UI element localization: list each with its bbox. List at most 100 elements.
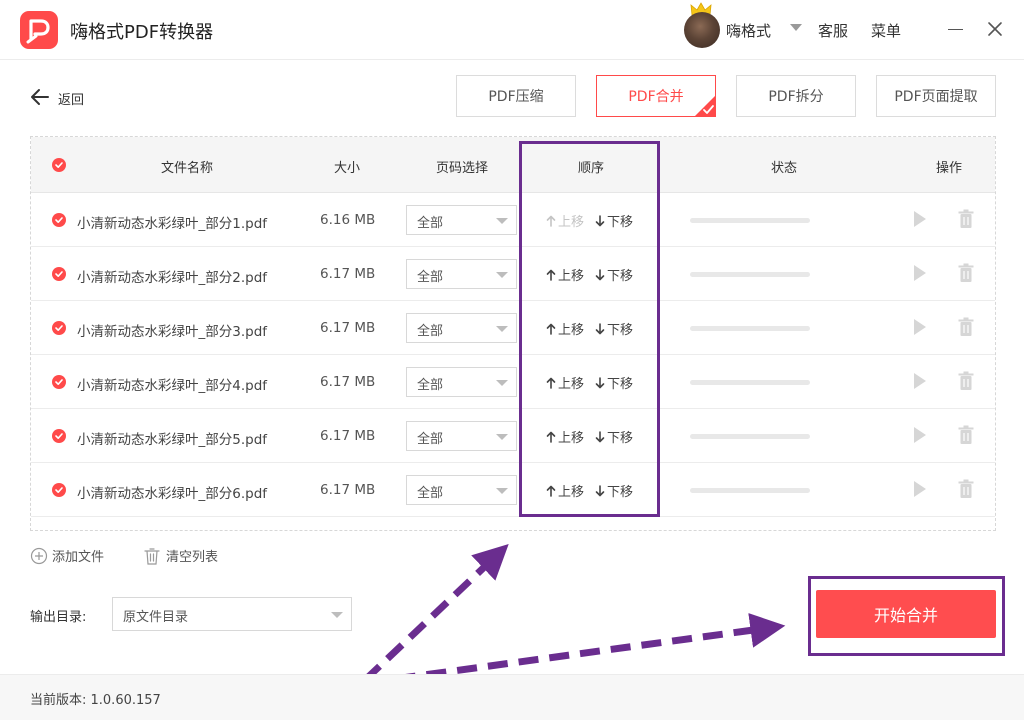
delete-icon[interactable] (958, 425, 974, 445)
table-row: 小清新动态水彩绿叶_部分5.pdf 6.17 MB 全部 上移 下移 (31, 409, 995, 463)
file-name: 小清新动态水彩绿叶_部分3.pdf (77, 324, 268, 340)
progress-bar (690, 218, 810, 223)
tab-label: PDF合并 (628, 89, 684, 105)
delete-icon[interactable] (958, 209, 974, 229)
tab-label: PDF压缩 (488, 89, 544, 105)
output-dir-label: 输出目录: (30, 610, 87, 625)
page-range-value: 全部 (417, 432, 444, 447)
page-range-select[interactable]: 全部 (406, 205, 517, 235)
app-title: 嗨格式PDF转换器 (70, 22, 214, 43)
tab-pdf-merge[interactable]: PDF合并 (596, 75, 716, 117)
tab-label: PDF页面提取 (894, 89, 978, 105)
progress-bar (690, 272, 810, 277)
table-header: 文件名称 大小 页码选择 顺序 状态 操作 (31, 137, 995, 193)
file-size: 6.17 MB (320, 428, 376, 444)
play-icon[interactable] (913, 426, 927, 444)
play-icon[interactable] (913, 210, 927, 228)
page-range-select[interactable]: 全部 (406, 421, 517, 451)
chevron-down-icon (496, 272, 508, 278)
back-label: 返回 (58, 93, 85, 108)
chevron-down-icon[interactable] (790, 24, 802, 31)
selected-check-icon (694, 95, 716, 117)
play-icon[interactable] (913, 480, 927, 498)
arrow-left-icon (31, 89, 49, 105)
chevron-down-icon (496, 488, 508, 494)
add-circle-icon (30, 547, 48, 565)
page-range-value: 全部 (417, 216, 444, 231)
tab-pdf-compress[interactable]: PDF压缩 (456, 75, 576, 117)
file-name: 小清新动态水彩绿叶_部分2.pdf (77, 270, 268, 286)
add-file-label: 添加文件 (52, 550, 105, 565)
menu-link[interactable]: 菜单 (871, 20, 901, 41)
row-checkbox[interactable] (52, 321, 66, 335)
pdf-logo-icon (20, 11, 58, 49)
delete-icon[interactable] (958, 263, 974, 283)
table-row: 小清新动态水彩绿叶_部分6.pdf 6.17 MB 全部 上移 下移 (31, 463, 995, 517)
page-range-value: 全部 (417, 378, 444, 393)
row-checkbox[interactable] (52, 267, 66, 281)
page-range-select[interactable]: 全部 (406, 475, 517, 505)
play-icon[interactable] (913, 318, 927, 336)
delete-icon[interactable] (958, 317, 974, 337)
header-file-name: 文件名称 (160, 161, 213, 176)
select-all-checkbox[interactable] (52, 158, 66, 172)
close-icon[interactable] (986, 20, 1004, 38)
file-name: 小清新动态水彩绿叶_部分1.pdf (77, 216, 268, 232)
tab-label: PDF拆分 (768, 89, 824, 105)
row-checkbox[interactable] (52, 375, 66, 389)
delete-icon[interactable] (958, 479, 974, 499)
chevron-down-icon (496, 434, 508, 440)
chevron-down-icon (496, 380, 508, 386)
file-name: 小清新动态水彩绿叶_部分5.pdf (77, 432, 268, 448)
header-size: 大小 (333, 161, 360, 176)
table-row: 小清新动态水彩绿叶_部分2.pdf 6.17 MB 全部 上移 下移 (31, 247, 995, 301)
progress-bar (690, 434, 810, 439)
page-range-value: 全部 (417, 324, 444, 339)
page-range-select[interactable]: 全部 (406, 367, 517, 397)
table-row: 小清新动态水彩绿叶_部分1.pdf 6.16 MB 全部 上移 下移 (31, 193, 995, 247)
chevron-down-icon (496, 326, 508, 332)
username[interactable]: 嗨格式 (726, 20, 771, 41)
add-file-button[interactable]: 添加文件 (30, 546, 104, 565)
header-actions: 操作 (935, 161, 962, 176)
table-row: 小清新动态水彩绿叶_部分3.pdf 6.17 MB 全部 上移 下移 (31, 301, 995, 355)
support-link[interactable]: 客服 (818, 20, 848, 41)
play-icon[interactable] (913, 372, 927, 390)
row-checkbox[interactable] (52, 429, 66, 443)
clear-list-button[interactable]: 清空列表 (144, 546, 218, 565)
user-avatar[interactable] (684, 12, 720, 48)
progress-bar (690, 488, 810, 493)
back-button[interactable]: 返回 (30, 86, 100, 108)
minimize-icon[interactable] (948, 29, 963, 30)
version-text: 当前版本: 1.0.60.157 (30, 693, 161, 708)
trash-icon (144, 548, 160, 565)
play-icon[interactable] (913, 264, 927, 282)
file-size: 6.16 MB (320, 212, 376, 228)
tab-pdf-split[interactable]: PDF拆分 (736, 75, 856, 117)
delete-icon[interactable] (958, 371, 974, 391)
header-page-select: 页码选择 (435, 161, 488, 176)
progress-bar (690, 380, 810, 385)
file-table: 文件名称 大小 页码选择 顺序 状态 操作 小清新动态水彩绿叶_部分1.pdf 6… (30, 136, 996, 531)
progress-bar (690, 326, 810, 331)
chevron-down-icon (331, 612, 343, 618)
clear-list-label: 清空列表 (166, 550, 219, 565)
row-checkbox[interactable] (52, 483, 66, 497)
title-bar: 嗨格式PDF转换器 嗨格式 客服 菜单 (0, 0, 1024, 60)
page-range-value: 全部 (417, 270, 444, 285)
file-size: 6.17 MB (320, 374, 376, 390)
header-status: 状态 (770, 161, 797, 176)
start-merge-button[interactable]: 开始合并 (816, 590, 996, 638)
status-bar: 当前版本: 1.0.60.157 (0, 674, 1024, 720)
page-range-select[interactable]: 全部 (406, 259, 517, 289)
file-name: 小清新动态水彩绿叶_部分6.pdf (77, 486, 268, 502)
file-size: 6.17 MB (320, 266, 376, 282)
page-range-value: 全部 (417, 486, 444, 501)
file-name: 小清新动态水彩绿叶_部分4.pdf (77, 378, 268, 394)
output-dir-select[interactable]: 原文件目录 (112, 597, 352, 631)
row-checkbox[interactable] (52, 213, 66, 227)
table-row: 小清新动态水彩绿叶_部分4.pdf 6.17 MB 全部 上移 下移 (31, 355, 995, 409)
tab-pdf-page-extract[interactable]: PDF页面提取 (876, 75, 996, 117)
page-range-select[interactable]: 全部 (406, 313, 517, 343)
chevron-down-icon (496, 218, 508, 224)
